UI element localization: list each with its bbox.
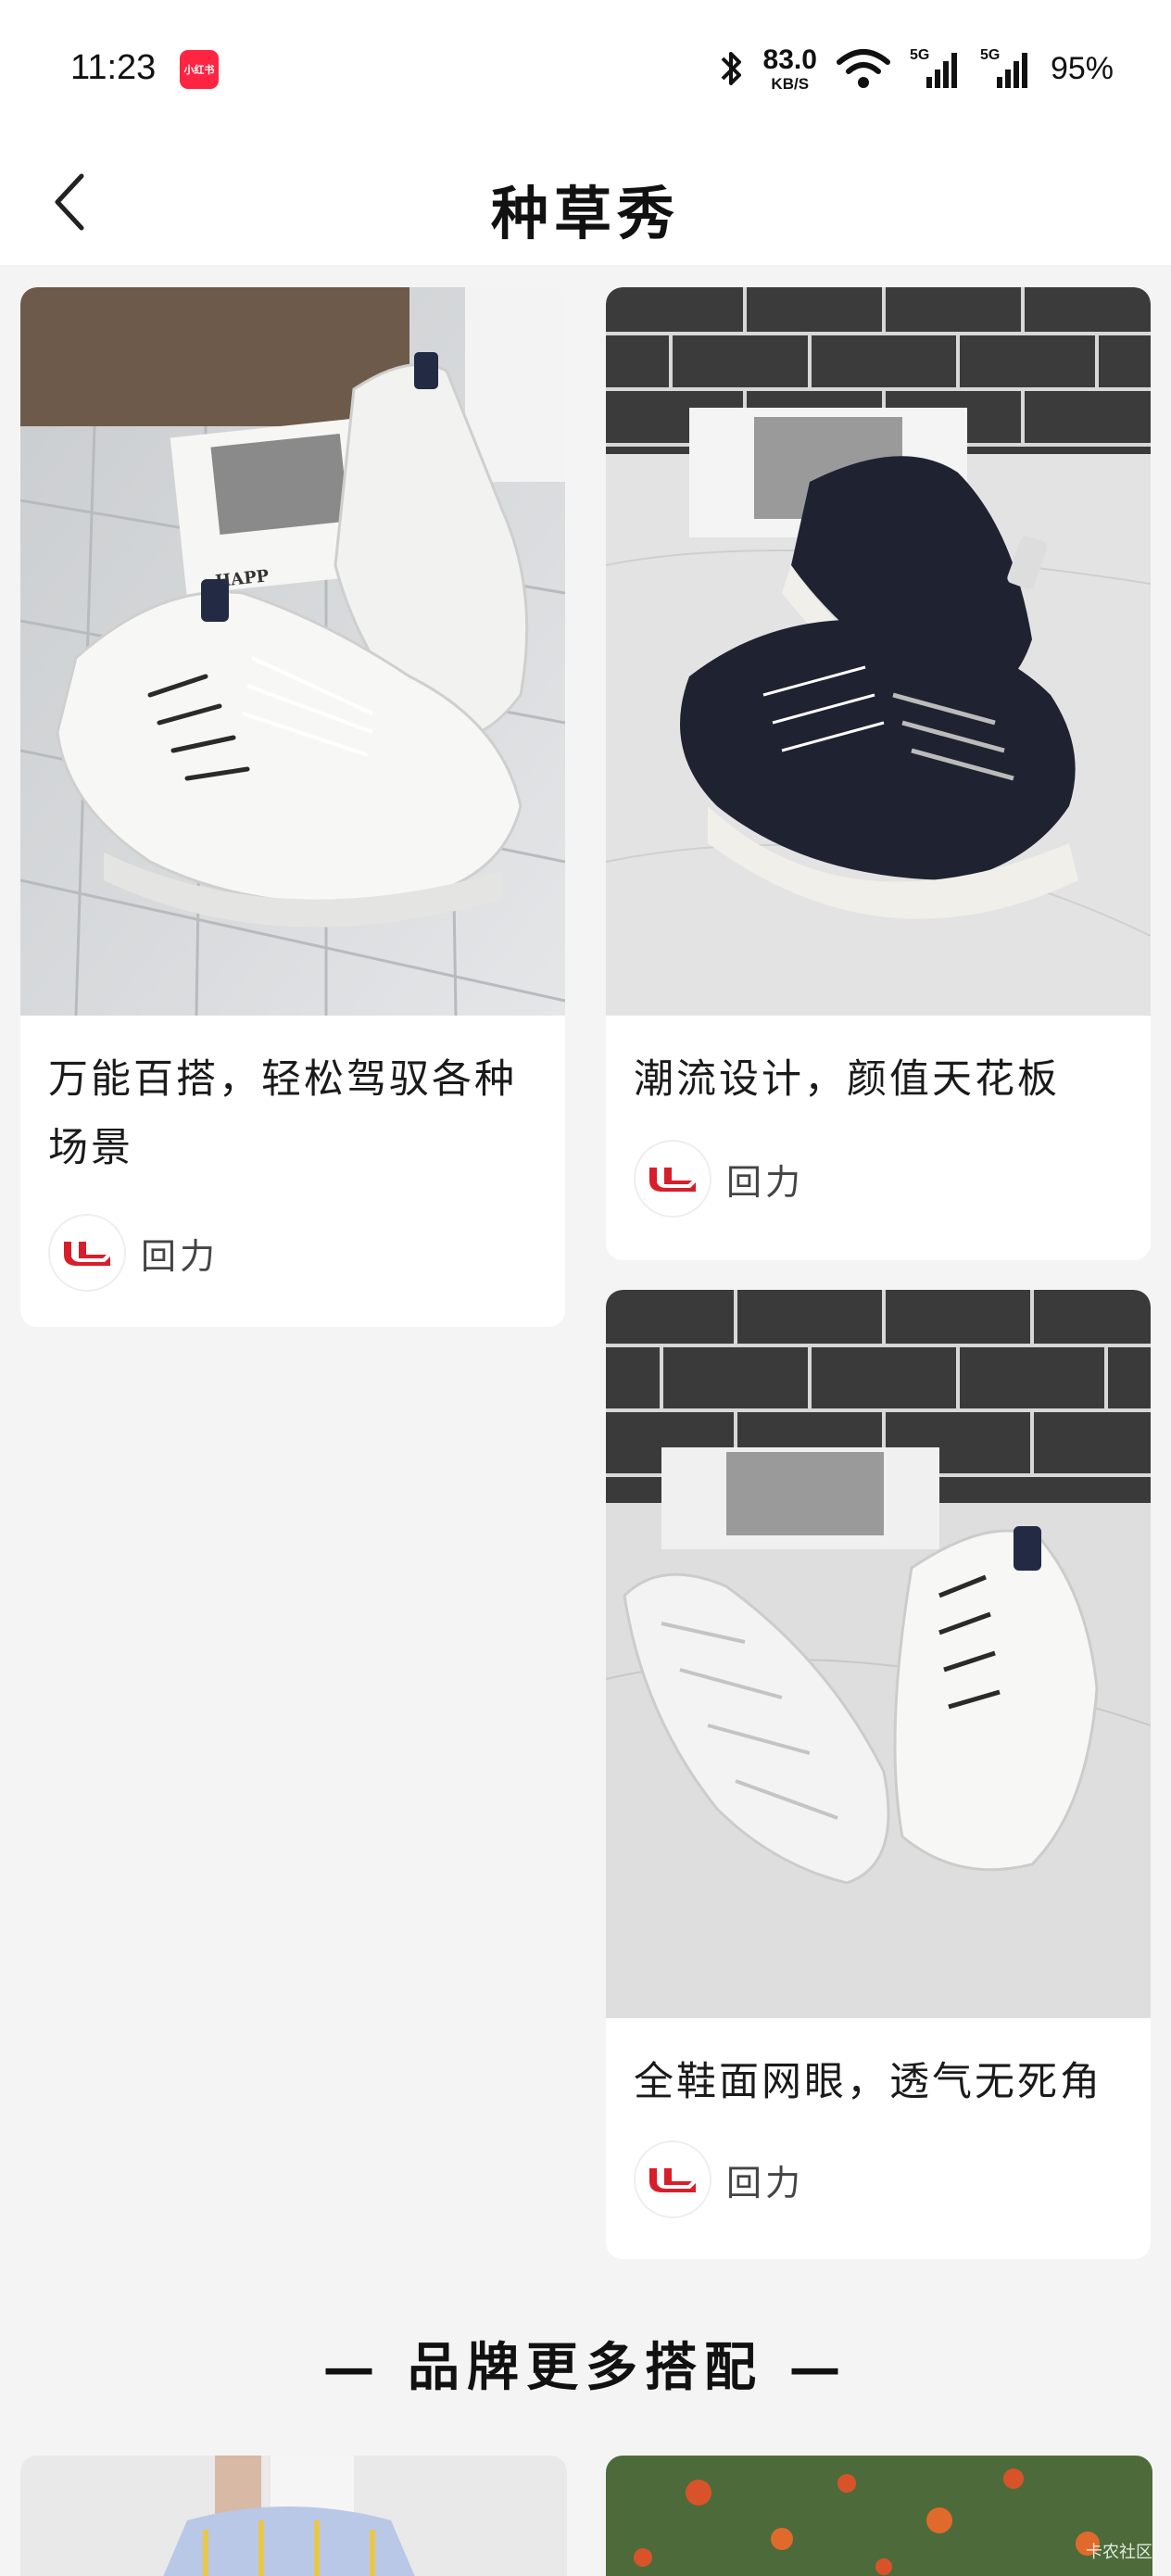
brand-row-3[interactable]: 回力 bbox=[634, 2140, 804, 2218]
post-image-2[interactable] bbox=[606, 287, 1151, 1016]
watermark: 卡农社区 bbox=[1086, 2543, 1152, 2562]
warrior-brand-logo bbox=[634, 2140, 711, 2218]
sneaker-photo-white-wood: HAPP bbox=[20, 287, 565, 1016]
post-caption-2: 潮流设计，颜值天花板 bbox=[634, 1056, 1060, 1103]
nav-bar: 种草秀 bbox=[0, 139, 1171, 265]
more-brand-outfits-heading: — 品牌更多搭配 — bbox=[322, 2337, 849, 2398]
post-card-2[interactable]: 潮流设计，颜值天花板 回力 bbox=[606, 287, 1151, 1260]
status-bar: 11:23 小红书 83.0 KB/S 5G 5G 95% bbox=[0, 0, 1171, 139]
bluetooth-icon bbox=[721, 52, 741, 85]
outfit-preview-card-2[interactable] bbox=[606, 2456, 1152, 2576]
brand-name-1: 回力 bbox=[141, 1235, 220, 1277]
sneaker-photo-white-marble bbox=[606, 1290, 1151, 2018]
brand-row-1[interactable]: 回力 bbox=[48, 1214, 219, 1292]
brand-name-3: 回力 bbox=[726, 2162, 805, 2203]
brand-row-2[interactable]: 回力 bbox=[634, 1140, 804, 1218]
status-indicators: 83.0 KB/S 5G 5G 95% bbox=[719, 41, 1114, 96]
warrior-brand-logo bbox=[48, 1214, 126, 1292]
status-time: 11:23 bbox=[70, 48, 157, 87]
page-title: 种草秀 bbox=[490, 180, 680, 247]
outfit-preview-card-1[interactable] bbox=[20, 2456, 567, 2576]
signal-sim1-icon: 5G bbox=[910, 47, 962, 90]
warrior-brand-logo bbox=[634, 1140, 711, 1218]
wifi-icon bbox=[836, 49, 890, 88]
brand-name-2: 回力 bbox=[726, 1161, 805, 1203]
post-card-1[interactable]: HAPP 万能百搭，轻松驾驭各种场景 回力 bbox=[20, 287, 565, 1327]
outfit-photo-garden bbox=[606, 2456, 1152, 2576]
signal-sim2-icon: 5G bbox=[980, 47, 1032, 90]
post-image-3[interactable] bbox=[606, 1290, 1151, 2018]
post-caption-3: 全鞋面网眼，透气无死角 bbox=[634, 2059, 1102, 2105]
battery-level: 95% bbox=[1050, 50, 1114, 86]
xiaohongshu-app-icon: 小红书 bbox=[180, 50, 219, 89]
post-image-1[interactable]: HAPP bbox=[20, 287, 565, 1016]
sneaker-photo-black-marble bbox=[606, 287, 1151, 1016]
outfit-photo-person bbox=[20, 2456, 567, 2576]
post-card-3[interactable]: 全鞋面网眼，透气无死角 回力 bbox=[606, 1290, 1151, 2259]
post-caption-1: 万能百搭，轻松驾驭各种场景 bbox=[48, 1056, 517, 1171]
network-speed: 83.0 KB/S bbox=[762, 44, 817, 93]
